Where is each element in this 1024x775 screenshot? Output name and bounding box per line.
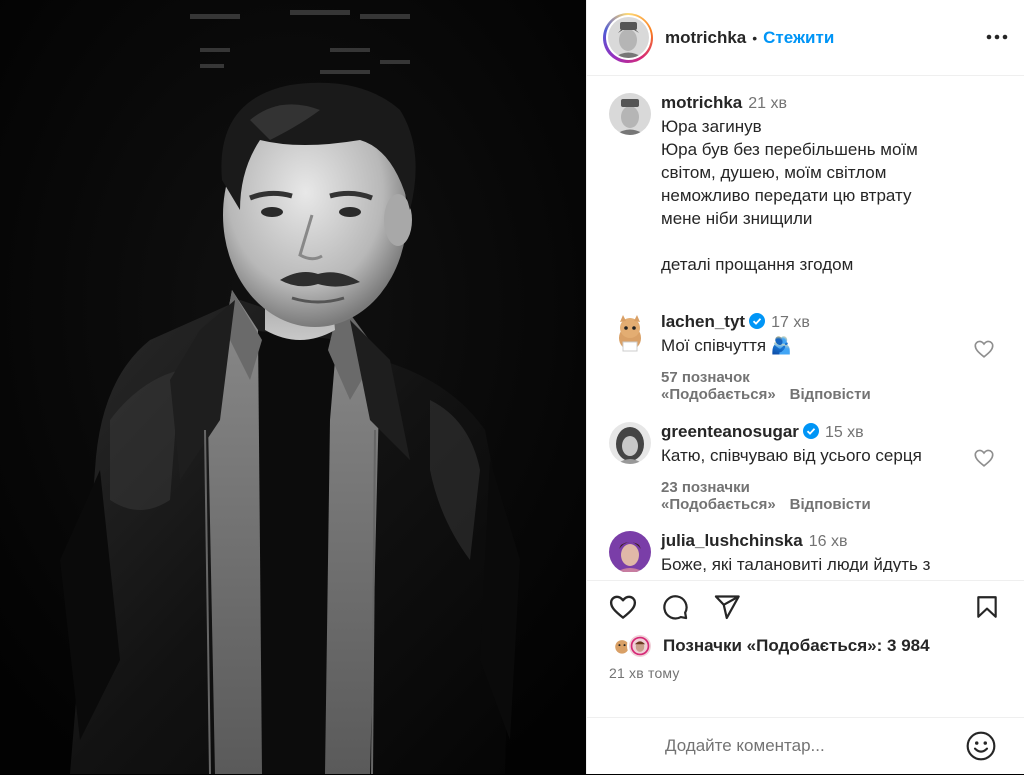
comment-heart-icon[interactable] — [973, 338, 995, 360]
likes-summary[interactable]: Позначки «Подобається»: 3 984 — [609, 633, 930, 659]
caption-line: Юра був без перебільшень моїм світом, ду… — [661, 140, 918, 182]
separator-dot: • — [752, 29, 758, 46]
post-photo — [0, 0, 586, 774]
liker-avatar — [627, 633, 653, 659]
caption-time[interactable]: 21 хв — [748, 95, 787, 112]
commenter-avatar[interactable] — [609, 312, 651, 354]
post-side-panel: motrichka • Стежити motrichka 21 хв Юра … — [586, 0, 1024, 774]
comment-text: Мої співчуття 🫂 — [661, 336, 793, 355]
send-icon[interactable] — [711, 591, 743, 623]
comment-input[interactable] — [665, 736, 945, 756]
comment-text: Катю, співчуваю від усього серця — [661, 446, 922, 465]
follow-button[interactable]: Стежити — [763, 28, 834, 48]
caption-line: Юра загинув — [661, 117, 762, 136]
comment-heart-icon[interactable] — [973, 447, 995, 469]
smiley-icon[interactable] — [965, 730, 997, 762]
comment-username[interactable]: greenteanosugar — [661, 422, 799, 441]
action-bar — [587, 591, 1024, 627]
post-photo-image — [0, 0, 586, 774]
comment-username[interactable]: julia_lushchinska — [661, 531, 803, 550]
comments-list[interactable]: motrichka 21 хв Юра загинув Юра був без п… — [587, 77, 1024, 572]
caption-line — [661, 230, 961, 253]
post-timestamp[interactable]: 21 хв тому — [609, 665, 680, 681]
more-horizontal-icon[interactable] — [985, 25, 1009, 49]
commenter-avatar[interactable] — [609, 531, 651, 572]
comment-likes-count[interactable]: 57 позначок «Подобається» — [661, 369, 776, 403]
comment-text: Боже, які талановиті люди йдуть з — [661, 555, 931, 572]
verified-badge-icon — [749, 313, 766, 329]
post-header: motrichka • Стежити — [587, 0, 1024, 76]
commenter-avatar[interactable] — [609, 422, 651, 464]
author-avatar-story-ring[interactable] — [603, 12, 653, 63]
comment-username[interactable]: lachen_tyt — [661, 312, 745, 331]
comment-time[interactable]: 15 хв — [825, 424, 864, 441]
author-avatar — [607, 17, 649, 58]
author-username[interactable]: motrichka — [665, 28, 746, 48]
bookmark-icon[interactable] — [971, 591, 1003, 623]
caption-line: неможливо передати цю втрату — [661, 186, 912, 205]
comment-icon[interactable] — [659, 591, 691, 623]
likes-count[interactable]: Позначки «Подобається»: 3 984 — [663, 636, 930, 656]
comment-likes-count[interactable]: 23 позначки «Подобається» — [661, 479, 776, 513]
caption-line: деталі прощання згодом — [661, 255, 854, 274]
reply-button[interactable]: Відповісти — [790, 386, 871, 403]
caption-line: мене ніби знищили — [661, 209, 813, 228]
add-comment-bar — [587, 717, 1024, 775]
instagram-post-modal: motrichka • Стежити motrichka 21 хв Юра … — [0, 0, 1024, 774]
comment-time[interactable]: 16 хв — [809, 533, 848, 550]
comment-time[interactable]: 17 хв — [771, 314, 810, 331]
verified-badge-icon — [802, 423, 819, 439]
heart-icon[interactable] — [607, 591, 639, 623]
liker-avatars — [609, 633, 657, 659]
caption-username[interactable]: motrichka — [661, 93, 742, 112]
reply-button[interactable]: Відповісти — [790, 496, 871, 513]
caption-author-avatar[interactable] — [609, 93, 651, 135]
post-actions-section: Позначки «Подобається»: 3 984 21 хв тому — [587, 580, 1024, 774]
